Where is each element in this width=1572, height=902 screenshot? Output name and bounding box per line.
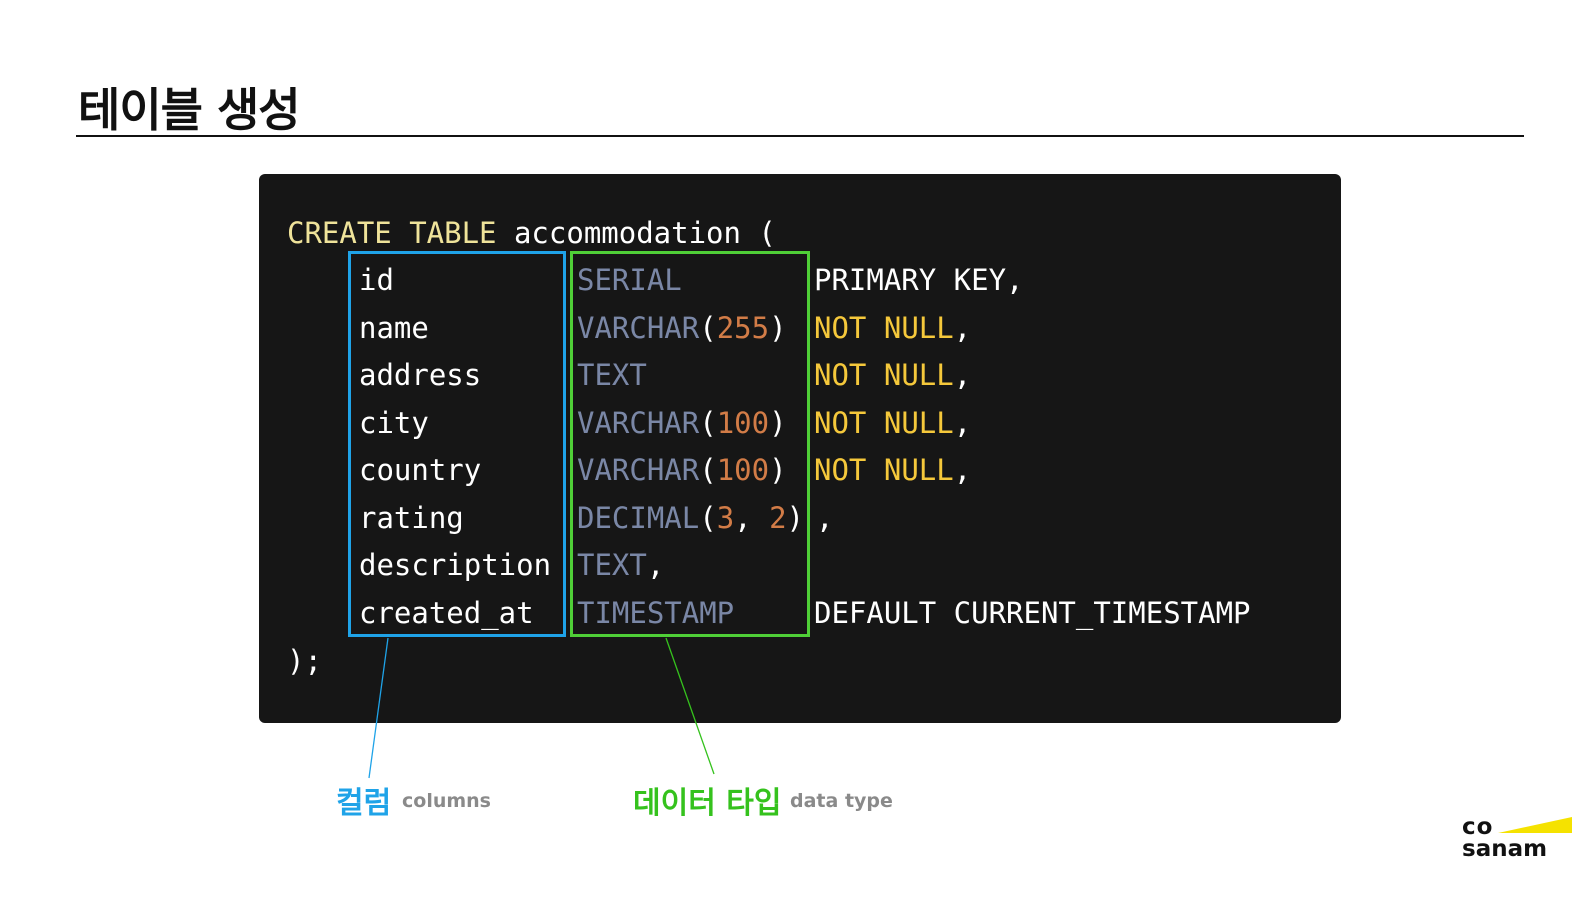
null-keyword: NULL — [883, 453, 954, 487]
line-comma: , — [953, 405, 972, 440]
line-comma: , — [953, 358, 972, 392]
column-constraint: NOT NULL, — [814, 400, 971, 448]
column-constraint: NOT NULL, — [814, 352, 971, 400]
constraint-text: , — [816, 500, 834, 535]
logo-text-sanam: sanam — [1462, 836, 1548, 862]
line-comma: , — [953, 453, 972, 487]
columns-highlight-box — [348, 251, 566, 637]
column-constraint: , — [816, 495, 833, 543]
null-keyword: NULL — [883, 358, 954, 392]
create-table-keyword: CREATE TABLE — [287, 216, 497, 250]
column-constraint: PRIMARY KEY, — [814, 257, 1024, 305]
data-type-label: 데이터 타입 — [633, 786, 782, 821]
columns-sublabel: columns — [402, 790, 491, 812]
data-type-sublabel: data type — [790, 790, 893, 812]
column-constraint: NOT NULL, — [814, 447, 971, 495]
constraint-text: DEFAULT CURRENT_TIMESTAMP — [814, 595, 1251, 630]
closing-paren: ); — [287, 644, 322, 678]
column-constraint: DEFAULT CURRENT_TIMESTAMP — [814, 590, 1251, 638]
not-keyword: NOT — [814, 358, 867, 392]
cosanam-logo: co sanam — [1460, 815, 1572, 865]
not-keyword: NOT — [814, 453, 867, 487]
title-underline — [76, 135, 1524, 137]
table-name: accommodation ( — [496, 216, 776, 250]
columns-label: 컬럼 — [336, 786, 392, 821]
data-type-highlight-box — [570, 251, 810, 637]
column-constraint: NOT NULL, — [814, 305, 971, 353]
null-keyword: NULL — [883, 405, 954, 440]
constraint-text: PRIMARY KEY, — [814, 263, 1024, 297]
not-keyword: NOT — [814, 310, 867, 345]
not-keyword: NOT — [814, 405, 867, 440]
null-keyword: NULL — [883, 310, 954, 345]
slide-title: 테이블 생성 — [78, 83, 301, 137]
line-comma: , — [953, 310, 972, 345]
